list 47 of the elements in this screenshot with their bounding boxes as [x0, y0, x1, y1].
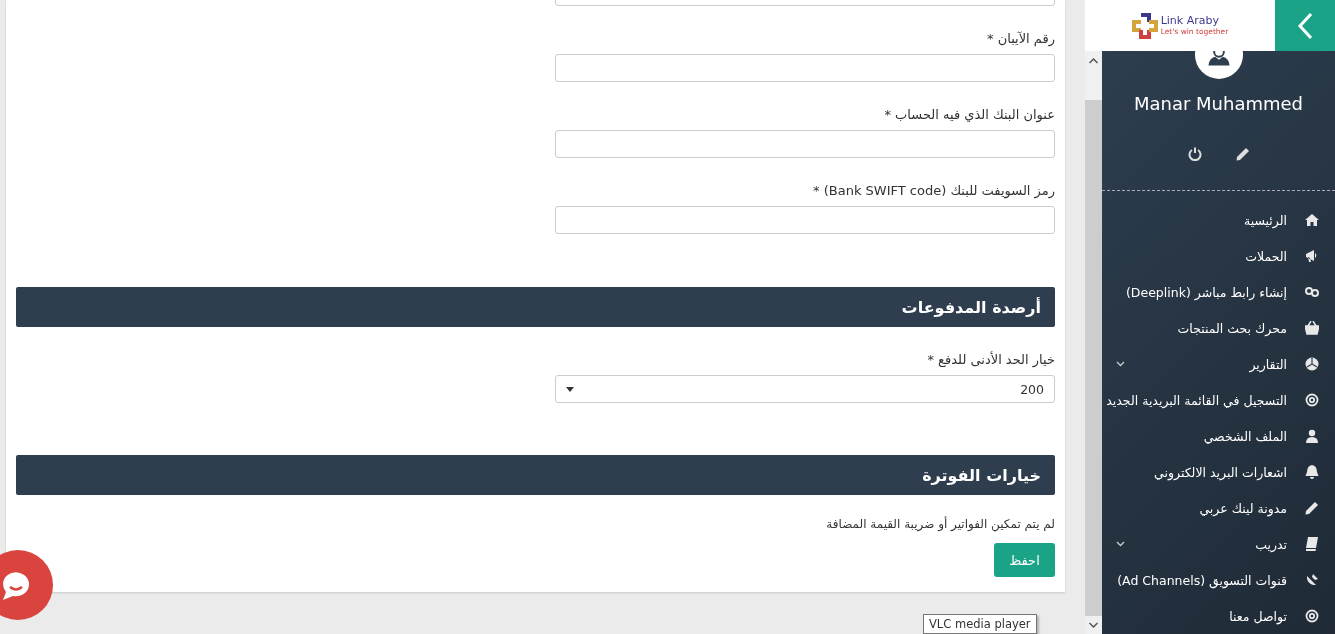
tooltip: VLC media player	[923, 614, 1037, 634]
field-label: عنوان البنك الذي فيه الحساب *	[883, 106, 1055, 124]
field-label: خيار الحد الأدنى للدفع *	[926, 351, 1055, 369]
sidebar-item[interactable]: مدونة لينك عربي	[1102, 490, 1335, 526]
power-icon[interactable]	[1187, 147, 1202, 162]
sidebar-item[interactable]: الحملات	[1102, 238, 1335, 274]
sidebar-item[interactable]: إنشاء رابط مباشر (Deeplink)	[1102, 274, 1335, 310]
note-text: لم يتم تمكين الفواتير أو ضريبة القيمة المضافة	[825, 515, 1055, 533]
pencil-icon[interactable]	[1235, 147, 1250, 162]
sidebar-item[interactable]: قنوات التسويق (Ad Channels)	[1102, 562, 1335, 598]
sidebar-item[interactable]: التسجيل في القائمة البريدية الجديد	[1102, 382, 1335, 418]
scrollbar[interactable]	[1085, 51, 1102, 634]
field-label: رقم الآيبان *	[986, 30, 1055, 48]
sidebar-item[interactable]: تواصل معنا	[1102, 598, 1335, 634]
sidebar-item[interactable]: الرئيسية	[1102, 202, 1335, 238]
user-icon	[1305, 429, 1319, 443]
scroll-up-icon[interactable]	[1089, 58, 1098, 64]
field-label: رمز السويفت للبنك (Bank SWIFT code) *	[812, 182, 1055, 200]
scroll-down-icon[interactable]	[1089, 622, 1098, 628]
link-icon	[1305, 285, 1319, 299]
input-field[interactable]	[555, 130, 1055, 158]
pencil-icon	[1305, 501, 1319, 515]
input-field[interactable]	[555, 206, 1055, 234]
sidebar-item[interactable]: الملف الشخصي	[1102, 418, 1335, 454]
bell-icon	[1305, 465, 1319, 479]
chevron-left-icon	[1297, 11, 1313, 40]
select-field[interactable]: 200	[555, 375, 1055, 403]
logo-name: Link Araby	[1160, 15, 1220, 27]
user-name: Manar Muhammed	[1133, 91, 1304, 116]
section-header: أرصدة المدفوعات	[16, 287, 1055, 327]
basket-icon	[1305, 321, 1319, 335]
chat-icon[interactable]	[0, 550, 53, 620]
section-header: خيارات الفوترة	[16, 455, 1055, 495]
collapse-button[interactable]	[1275, 0, 1335, 51]
home-icon	[1305, 213, 1319, 227]
chevron-icon	[1116, 541, 1125, 547]
sidebar-item[interactable]: تدريب	[1102, 526, 1335, 562]
bullhorn-icon	[1305, 249, 1319, 263]
sidebar-item[interactable]: التقارير	[1102, 346, 1335, 382]
pie-icon	[1305, 357, 1319, 371]
sidebar-item[interactable]: اشعارات البريد الالكتروني	[1102, 454, 1335, 490]
chevron-icon	[1116, 361, 1125, 367]
caret-icon	[566, 386, 574, 392]
sidebar-item[interactable]: محرك بحث المنتجات	[1102, 310, 1335, 346]
cross-logo-icon	[1131, 12, 1158, 39]
book-icon	[1305, 537, 1319, 551]
input-field[interactable]	[555, 54, 1055, 82]
